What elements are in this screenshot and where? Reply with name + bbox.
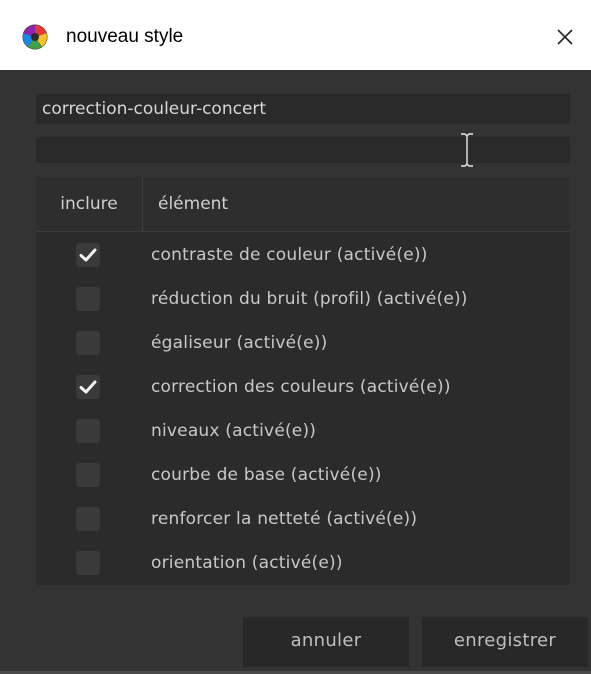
table-row[interactable]: correction des couleurs (activé(e)) [36,365,570,409]
window-title: nouveau style [66,26,184,47]
table-row[interactable]: renforcer la netteté (activé(e)) [36,497,570,541]
module-label: courbe de base (activé(e)) [151,465,382,485]
ibeam-cursor-icon [461,133,473,167]
module-label: contraste de couleur (activé(e)) [151,245,428,265]
include-checkbox[interactable] [76,287,100,311]
close-button[interactable] [549,22,581,52]
close-icon [557,29,573,45]
include-checkbox[interactable] [76,463,100,487]
column-header-element[interactable]: élément [158,177,228,231]
title-bar: nouveau style [0,0,591,70]
table-header: inclure élément [36,177,570,232]
module-label: orientation (activé(e)) [151,553,343,573]
cancel-button[interactable]: annuler [243,617,409,667]
include-checkbox[interactable] [76,331,100,355]
style-description-input[interactable] [36,137,570,163]
table-row[interactable]: contraste de couleur (activé(e)) [36,233,570,277]
table-row[interactable]: orientation (activé(e)) [36,541,570,585]
checkmark-icon [79,248,97,262]
table-row[interactable]: niveaux (activé(e)) [36,409,570,453]
new-style-dialog: nouveau style inclure élément contraste … [0,0,591,674]
column-header-include[interactable]: inclure [36,177,143,231]
table-row[interactable]: courbe de base (activé(e)) [36,453,570,497]
checkmark-icon [79,380,97,394]
include-checkbox[interactable] [76,243,100,267]
module-table: inclure élément contraste de couleur (ac… [36,177,570,585]
include-checkbox[interactable] [76,507,100,531]
module-label: réduction du bruit (profil) (activé(e)) [151,289,468,309]
module-label: correction des couleurs (activé(e)) [151,377,451,397]
style-name-input[interactable] [36,94,570,124]
darktable-app-icon [22,24,48,50]
module-label: niveaux (activé(e)) [151,421,317,441]
include-checkbox[interactable] [76,419,100,443]
include-checkbox[interactable] [76,375,100,399]
table-row[interactable]: égaliseur (activé(e)) [36,321,570,365]
module-label: égaliseur (activé(e)) [151,333,328,353]
include-checkbox[interactable] [76,551,100,575]
save-button[interactable]: enregistrer [422,617,588,667]
table-row[interactable]: réduction du bruit (profil) (activé(e)) [36,277,570,321]
module-label: renforcer la netteté (activé(e)) [151,509,418,529]
